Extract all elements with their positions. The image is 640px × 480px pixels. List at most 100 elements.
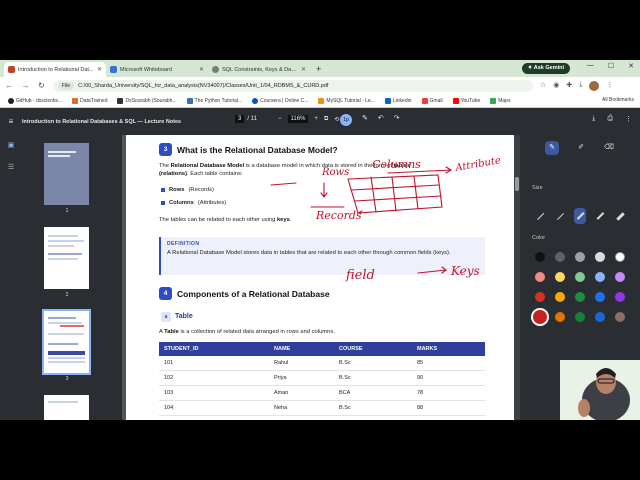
save-icon[interactable]: ⤓ (592, 115, 595, 123)
bookmark-item[interactable]: DataTrained (72, 97, 108, 104)
draw-icon[interactable]: ✎ (362, 114, 368, 126)
size-option[interactable] (554, 208, 566, 224)
close-window-icon[interactable]: ✕ (628, 62, 634, 70)
all-bookmarks-button[interactable]: All Bookmarks (602, 97, 634, 103)
color-swatch[interactable] (555, 272, 565, 282)
tab-sql-constraints[interactable]: SQL Constraints, Keys & Data Ty... ✕ (208, 62, 310, 77)
star-icon[interactable]: ☆ (540, 81, 546, 91)
two-page-icon[interactable]: 1p (340, 114, 352, 126)
back-icon[interactable]: ← (5, 81, 14, 90)
print-icon[interactable]: ⎙ (607, 115, 613, 123)
scrollbar-thumb[interactable] (515, 177, 519, 191)
size-option[interactable] (534, 208, 546, 224)
undo-icon[interactable]: ↶ (378, 114, 384, 126)
table-cell: Rahul (269, 356, 334, 371)
eraser-tool-icon[interactable]: ⌫ (602, 141, 616, 155)
more-icon[interactable]: ⋮ (625, 115, 632, 123)
table-cell: 101 (159, 356, 269, 371)
color-swatch[interactable] (575, 272, 585, 282)
bookmark-label: DataTrained (80, 97, 108, 104)
outline-icon[interactable]: ☰ (0, 157, 22, 179)
color-swatch[interactable] (555, 312, 565, 322)
rotate-icon[interactable]: ⟲ (334, 116, 339, 123)
page-thumbnail-active[interactable] (42, 309, 91, 375)
redo-icon[interactable]: ↷ (394, 114, 400, 126)
color-swatch[interactable] (595, 312, 605, 322)
page-thumbnail[interactable] (44, 395, 89, 420)
color-swatch[interactable] (575, 292, 585, 302)
ink-grid-line (354, 195, 442, 202)
thumbnails-icon[interactable]: ▣ (0, 135, 22, 157)
avatar[interactable] (589, 80, 600, 91)
extension-icon[interactable]: ◉ (553, 81, 559, 91)
page-thumbnail[interactable] (44, 143, 89, 205)
file-chip: File (58, 81, 75, 90)
color-swatch[interactable] (595, 252, 605, 262)
bookmark-label: Maps (498, 97, 511, 104)
close-icon[interactable]: ✕ (301, 66, 306, 73)
color-swatch[interactable] (533, 310, 547, 324)
close-icon[interactable]: ✕ (97, 66, 102, 73)
zoom-in-icon[interactable]: + (314, 116, 318, 122)
bookmark-item[interactable]: DsSourabh (Sourabh... (117, 97, 177, 104)
bookmark-icon (117, 97, 124, 104)
size-option[interactable] (614, 208, 626, 224)
color-swatch[interactable] (615, 272, 625, 282)
menu-icon[interactable]: ≡ (0, 117, 22, 126)
size-option[interactable] (594, 208, 606, 224)
puzzle-icon[interactable]: ✚ (566, 81, 572, 91)
related-paragraph: The tables can be related to each other … (159, 216, 489, 224)
color-swatch[interactable] (615, 312, 625, 322)
color-swatch[interactable] (595, 272, 605, 282)
color-swatch[interactable] (535, 252, 545, 262)
zoom-level[interactable]: 116% (287, 115, 309, 123)
bookmark-item[interactable]: Maps (490, 97, 511, 104)
globe-icon (212, 66, 219, 73)
bookmark-item[interactable]: MySQL Tutorial - Le... (318, 97, 375, 104)
close-icon[interactable]: ✕ (199, 66, 204, 73)
highlighter-tool-icon[interactable]: ✐ (574, 141, 588, 155)
text-run: is a collection of related data arranged… (178, 329, 335, 335)
url-text: C:/00_Sharda_University/SQL_for_data_ana… (78, 82, 329, 89)
pdf-viewport: 3 What is the Relational Database Model?… (122, 135, 522, 420)
ask-gemini-button[interactable]: ✦ Ask Gemini (521, 63, 570, 74)
new-tab-button[interactable]: + (310, 62, 327, 77)
subsection-title: Table (175, 313, 193, 320)
color-swatch[interactable] (595, 292, 605, 302)
color-swatch[interactable] (615, 292, 625, 302)
color-swatch[interactable] (535, 272, 545, 282)
maximize-icon[interactable]: ☐ (608, 62, 614, 70)
bookmark-item[interactable]: YouTube (452, 97, 480, 104)
bookmark-item[interactable]: Coursera | Online C... (252, 97, 308, 104)
table-row: 101 Rahul B.Sc 85 (159, 356, 485, 371)
color-swatch[interactable] (535, 292, 545, 302)
pdf-icon (8, 66, 15, 73)
pen-tool-icon[interactable]: ✎ (545, 141, 559, 155)
reload-icon[interactable]: ↻ (37, 81, 46, 90)
forward-icon[interactable]: → (21, 81, 30, 90)
url-field[interactable]: File C:/00_Sharda_University/SQL_for_dat… (53, 79, 533, 92)
color-swatch[interactable] (575, 252, 585, 262)
thumbnail-panel: 1 2 3 (22, 135, 122, 420)
bookmark-label: The Python Tutorial... (194, 97, 243, 104)
download-icon[interactable]: ⤓ (579, 81, 582, 91)
definition-box: DEFINITION A Relational Database Model s… (159, 237, 485, 275)
page-thumbnail[interactable] (44, 227, 89, 289)
bookmark-item[interactable]: Gmail (421, 97, 443, 104)
minimize-icon[interactable]: — (587, 62, 594, 70)
tab-whiteboard[interactable]: Microsoft Whiteboard ✕ (106, 62, 208, 77)
tab-relational-db[interactable]: Introduction to Relational Dat... ✕ (4, 62, 106, 77)
section-title: Components of a Relational Database (177, 289, 330, 299)
bookmark-item[interactable]: The Python Tutorial... (186, 97, 243, 104)
bookmark-item[interactable]: GitHub - dsscientis... (8, 97, 62, 104)
page-number-input[interactable]: 3 (235, 115, 245, 123)
size-option-selected[interactable] (574, 208, 586, 224)
color-swatch[interactable] (615, 252, 625, 262)
bookmark-item[interactable]: Linkedin (384, 97, 412, 104)
menu-icon[interactable]: ⋮ (606, 81, 613, 91)
color-swatch[interactable] (575, 312, 585, 322)
zoom-out-icon[interactable]: − (278, 116, 282, 122)
fit-page-icon[interactable]: ⧉ (324, 116, 328, 123)
color-swatch[interactable] (555, 292, 565, 302)
color-swatch[interactable] (555, 252, 565, 262)
